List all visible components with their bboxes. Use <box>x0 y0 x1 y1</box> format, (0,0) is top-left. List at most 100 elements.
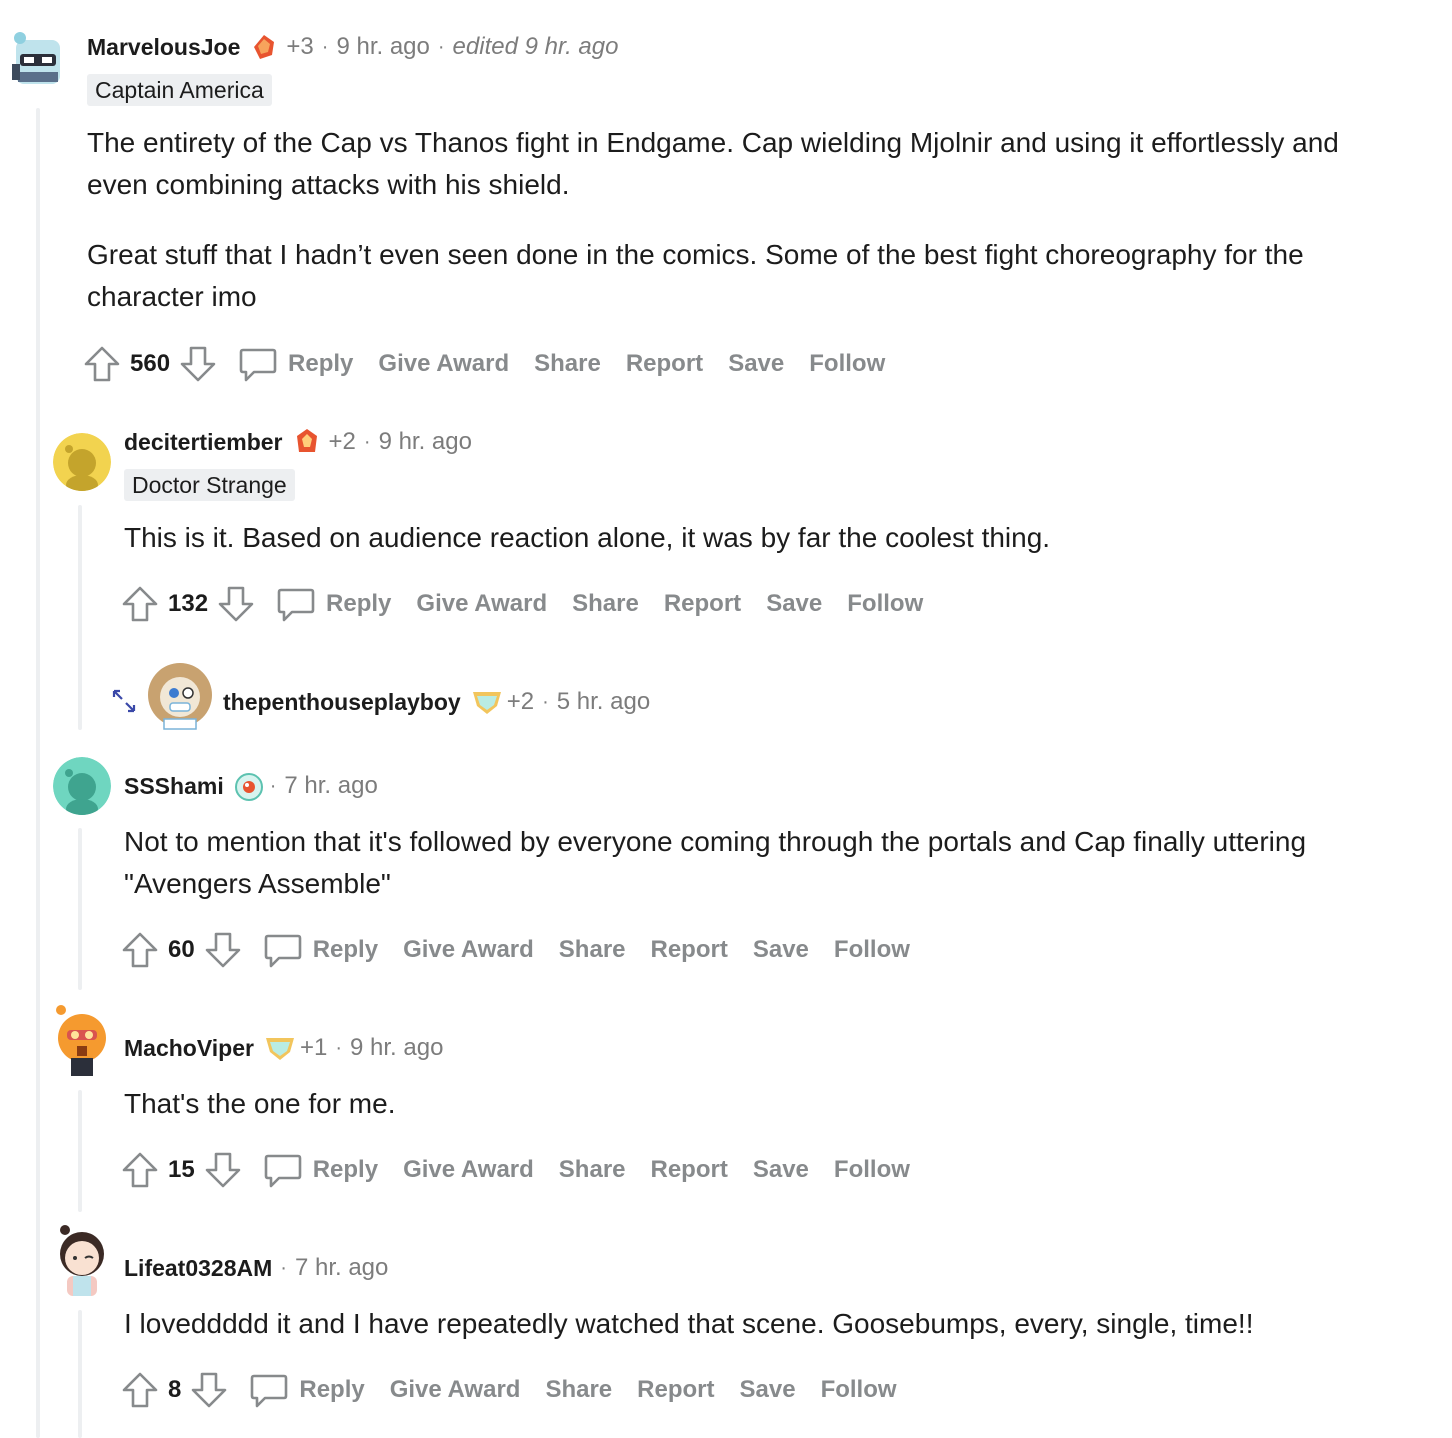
timestamp[interactable]: 9 hr. ago <box>336 33 429 61</box>
comment-body: That's the one for me. <box>124 1083 1414 1125</box>
avatar[interactable] <box>53 1002 111 1078</box>
comment-paragraph: This is it. Based on audience reaction a… <box>124 522 1051 553</box>
save-button[interactable]: Save <box>753 1156 809 1184</box>
comment-actions: 15 Reply Give Award Share Report Save Fo… <box>120 1150 910 1190</box>
separator: · <box>363 430 371 453</box>
vote-score: 8 <box>168 1376 182 1403</box>
comment-icon[interactable] <box>276 584 316 624</box>
avatar[interactable] <box>8 26 68 94</box>
comment-body: I loveddddd it and I have repeatedly wat… <box>124 1303 1414 1345</box>
share-button[interactable]: Share <box>559 1156 626 1184</box>
thread-line-root[interactable] <box>36 108 40 1438</box>
comment-paragraph: I loveddddd it and I have repeatedly wat… <box>124 1308 1254 1339</box>
comment-paragraph: The entirety of the Cap vs Thanos fight … <box>87 127 1339 200</box>
username[interactable]: thepenthouseplayboy <box>223 689 461 716</box>
follow-button[interactable]: Follow <box>834 1156 910 1184</box>
username[interactable]: MachoViper <box>124 1035 254 1062</box>
avatar[interactable] <box>53 757 111 815</box>
give-award-button[interactable]: Give Award <box>416 590 547 618</box>
award-count: +2 <box>328 428 356 455</box>
upvote-icon[interactable] <box>120 1150 160 1190</box>
username[interactable]: Lifeat0328AM <box>124 1255 272 1282</box>
timestamp[interactable]: 9 hr. ago <box>350 1034 443 1062</box>
upvote-icon[interactable] <box>82 344 122 384</box>
user-flair: Captain America <box>87 74 272 106</box>
reply-button[interactable]: Reply <box>313 936 378 964</box>
edited-label: edited 9 hr. ago <box>452 33 619 60</box>
avatar[interactable] <box>144 657 216 731</box>
separator: · <box>335 1036 342 1059</box>
share-button[interactable]: Share <box>559 936 626 964</box>
thread-line-machoviper[interactable] <box>78 1090 82 1212</box>
comment-actions: 132 Reply Give Award Share Report Save F… <box>120 584 923 624</box>
report-button[interactable]: Report <box>651 936 728 964</box>
comment-actions: 60 Reply Give Award Share Report Save Fo… <box>120 930 910 970</box>
follow-button[interactable]: Follow <box>847 590 923 618</box>
reply-button[interactable]: Reply <box>288 350 353 378</box>
comment-icon[interactable] <box>263 930 303 970</box>
username[interactable]: SSShami <box>124 773 224 800</box>
vote-score: 60 <box>168 936 195 963</box>
comment-icon[interactable] <box>263 1150 303 1190</box>
award-icon[interactable] <box>264 1034 294 1062</box>
comment-paragraph: Not to mention that it's followed by eve… <box>124 826 1307 899</box>
expand-icon[interactable] <box>111 688 137 714</box>
award-count: +3 <box>286 33 314 60</box>
give-award-button[interactable]: Give Award <box>403 1156 534 1184</box>
follow-button[interactable]: Follow <box>809 350 885 378</box>
user-flair: Doctor Strange <box>124 469 295 501</box>
thread-line-ssshami[interactable] <box>78 828 82 990</box>
separator: · <box>280 1256 287 1279</box>
reply-button[interactable]: Reply <box>299 1376 364 1404</box>
reply-button[interactable]: Reply <box>313 1156 378 1184</box>
award-icon[interactable] <box>234 772 263 801</box>
avatar[interactable] <box>53 433 111 491</box>
save-button[interactable]: Save <box>728 350 784 378</box>
save-button[interactable]: Save <box>766 590 822 618</box>
thread-line-lifeat[interactable] <box>78 1310 82 1438</box>
report-button[interactable]: Report <box>626 350 703 378</box>
timestamp[interactable]: 9 hr. ago <box>379 428 472 456</box>
give-award-button[interactable]: Give Award <box>378 350 509 378</box>
downvote-icon[interactable] <box>216 584 256 624</box>
share-button[interactable]: Share <box>534 350 601 378</box>
award-count: +1 <box>299 1034 328 1061</box>
avatar[interactable] <box>53 1222 111 1298</box>
comment-icon[interactable] <box>238 344 278 384</box>
give-award-button[interactable]: Give Award <box>390 1376 521 1404</box>
separator: · <box>321 35 329 58</box>
thread-line-decitertiember[interactable] <box>78 505 82 730</box>
award-icon[interactable] <box>250 33 278 61</box>
award-icon[interactable] <box>471 688 501 716</box>
timestamp[interactable]: 7 hr. ago <box>295 1254 388 1282</box>
follow-button[interactable]: Follow <box>834 936 910 964</box>
share-button[interactable]: Share <box>572 590 639 618</box>
comment-icon[interactable] <box>249 1370 289 1410</box>
username[interactable]: MarvelousJoe <box>87 34 240 61</box>
give-award-button[interactable]: Give Award <box>403 936 534 964</box>
award-count: +2 <box>506 688 535 715</box>
upvote-icon[interactable] <box>120 1370 160 1410</box>
save-button[interactable]: Save <box>740 1376 796 1404</box>
downvote-icon[interactable] <box>203 930 243 970</box>
timestamp[interactable]: 7 hr. ago <box>284 772 377 800</box>
award-icon[interactable] <box>293 428 321 456</box>
comment-actions: 560 Reply Give Award Share Report Save F… <box>82 344 885 384</box>
report-button[interactable]: Report <box>664 590 741 618</box>
separator: · <box>437 35 445 58</box>
report-button[interactable]: Report <box>637 1376 714 1404</box>
comment-body: The entirety of the Cap vs Thanos fight … <box>87 122 1387 318</box>
separator: · <box>542 690 549 713</box>
share-button[interactable]: Share <box>545 1376 612 1404</box>
downvote-icon[interactable] <box>178 344 218 384</box>
downvote-icon[interactable] <box>189 1370 229 1410</box>
username[interactable]: decitertiember <box>124 429 283 456</box>
reply-button[interactable]: Reply <box>326 590 391 618</box>
timestamp[interactable]: 5 hr. ago <box>557 688 650 716</box>
follow-button[interactable]: Follow <box>821 1376 897 1404</box>
upvote-icon[interactable] <box>120 584 160 624</box>
save-button[interactable]: Save <box>753 936 809 964</box>
upvote-icon[interactable] <box>120 930 160 970</box>
downvote-icon[interactable] <box>203 1150 243 1190</box>
report-button[interactable]: Report <box>651 1156 728 1184</box>
